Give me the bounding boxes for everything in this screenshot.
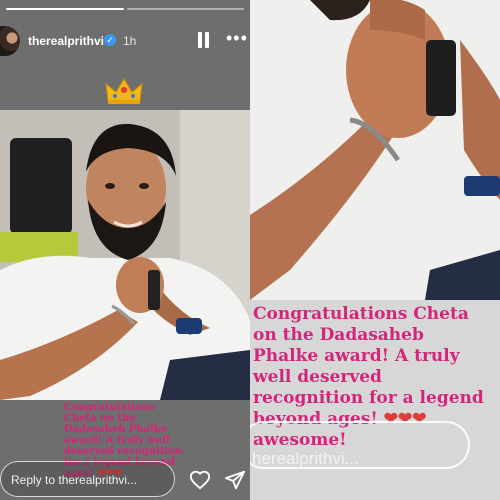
caption-line: on the Dadasaheb xyxy=(253,325,424,345)
caption-line: Phalke award! A truly xyxy=(253,346,460,366)
caption-line: well deserved xyxy=(253,367,382,387)
story-viewer: therealprithvi ✓ 1h ••• Congratulations … xyxy=(0,0,250,500)
zoomed-caption: Congratulations Cheta on the Dadasaheb P… xyxy=(250,300,500,500)
timestamp: 1h xyxy=(123,34,137,48)
story-photo xyxy=(0,110,250,400)
verified-badge-icon: ✓ xyxy=(104,34,116,46)
heart-icon[interactable] xyxy=(189,469,211,491)
story-progress-bar xyxy=(6,8,244,10)
username[interactable]: therealprithvi xyxy=(28,34,104,48)
portrait-illustration xyxy=(0,110,250,400)
avatar[interactable] xyxy=(0,26,20,56)
progress-segment xyxy=(126,8,244,10)
progress-segment xyxy=(6,8,124,10)
reply-placeholder: Reply to therealprithvi... xyxy=(11,473,138,487)
pause-icon[interactable] xyxy=(198,32,210,48)
send-icon[interactable] xyxy=(224,469,246,491)
reply-input[interactable]: Reply to therealprithvi... xyxy=(0,461,175,497)
caption-line: Congratulations Cheta xyxy=(253,304,469,324)
zoomed-crop: Congratulations Cheta on the Dadasaheb P… xyxy=(250,0,500,500)
zoomed-photo xyxy=(250,0,500,300)
story-header: therealprithvi ✓ 1h ••• xyxy=(0,26,250,58)
zoomed-hands-illustration xyxy=(250,0,500,300)
zoomed-reply-text: herealprithvi... xyxy=(252,449,359,468)
crown-emoji xyxy=(105,78,143,104)
caption-line: recognition for a legend xyxy=(253,388,484,408)
more-options-icon[interactable]: ••• xyxy=(226,28,248,49)
